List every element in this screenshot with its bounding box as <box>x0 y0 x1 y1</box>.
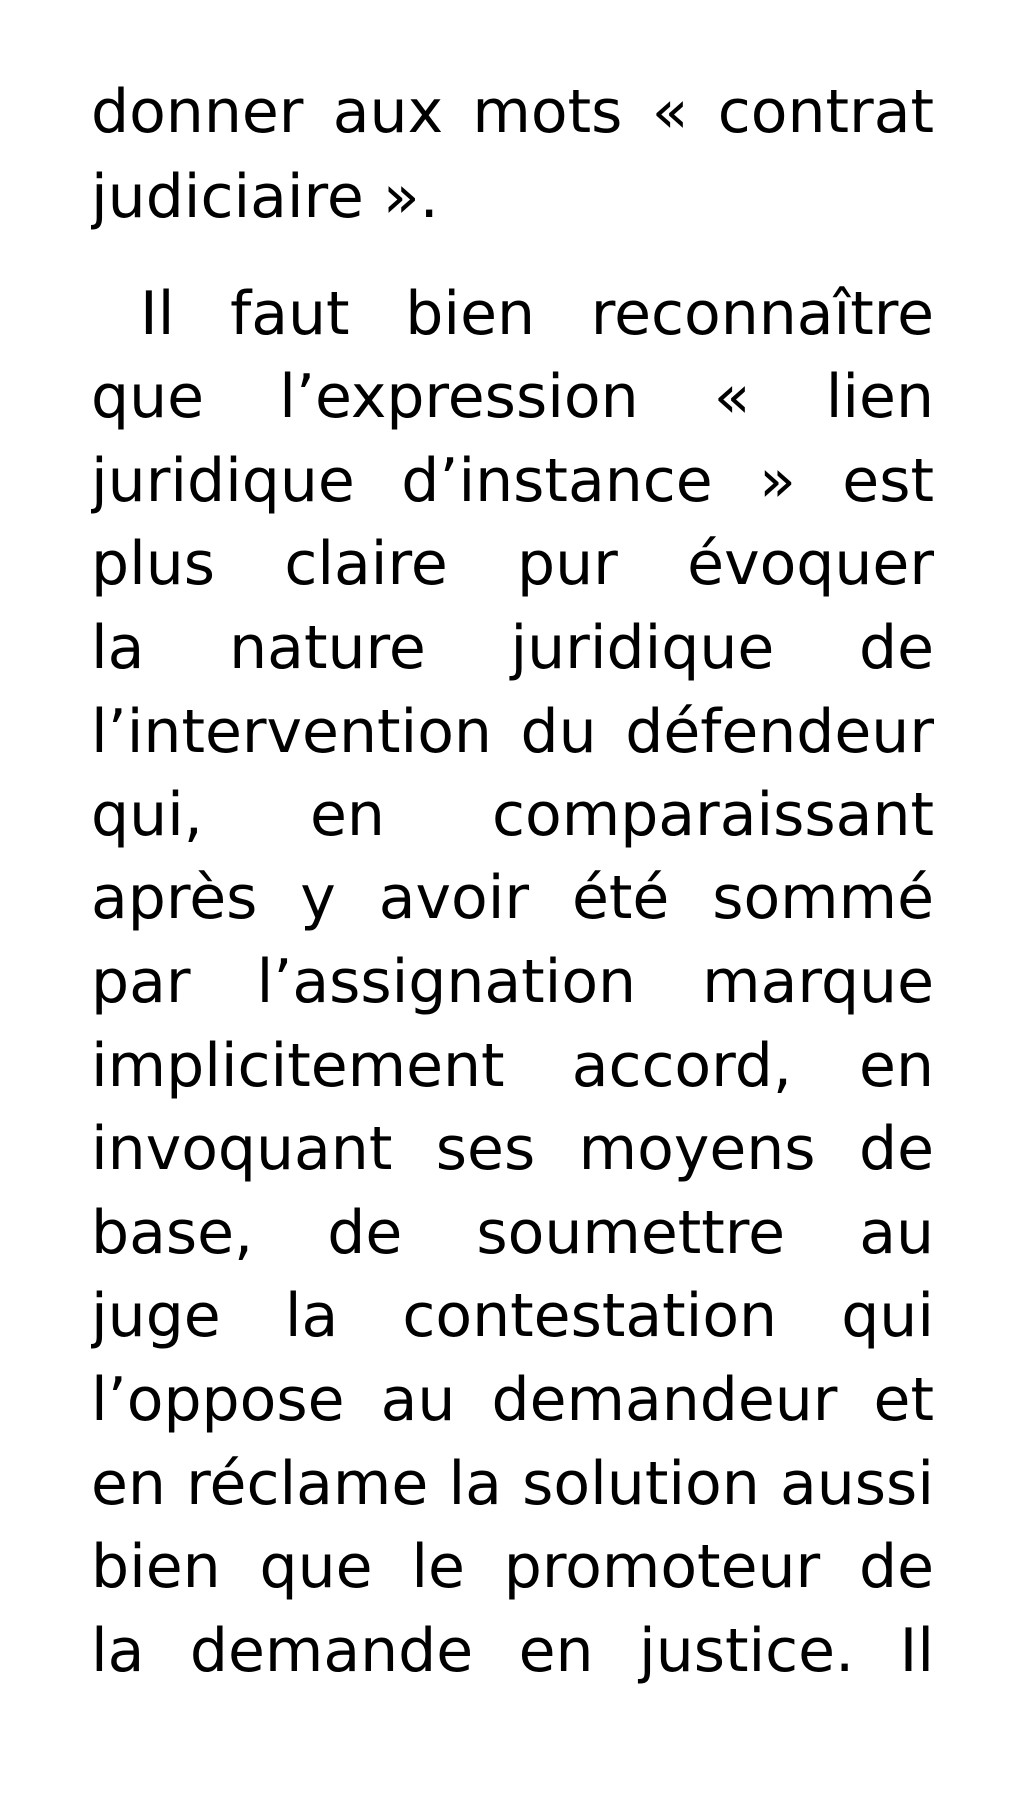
text-line: la demande en justice. Il <box>91 1616 934 1686</box>
text-line: que l’expression « lien <box>91 362 934 432</box>
text-line: Il faut bien reconnaître <box>140 279 934 349</box>
document-page: donner aux mots « contrat judiciaire ». … <box>0 0 1012 1800</box>
text-line: implicitement accord, en <box>91 1031 934 1101</box>
text-line: donner aux mots « contrat <box>91 77 934 147</box>
text-line: plus claire pur évoquer <box>91 529 934 599</box>
text-line: juge la contestation qui <box>91 1281 934 1351</box>
text-line: la nature juridique de <box>91 613 934 683</box>
text-line: en réclame la solution aussi <box>91 1449 934 1519</box>
text-line: l’oppose au demandeur et <box>91 1365 934 1435</box>
text-line: qui, en comparaissant <box>91 780 934 850</box>
text-line: l’intervention du défendeur <box>91 697 934 767</box>
text-line: judiciaire ». <box>91 162 439 232</box>
text-line: juridique d’instance » est <box>91 446 934 516</box>
text-line: base, de soumettre au <box>91 1198 934 1268</box>
text-line: par l’assignation marque <box>91 947 934 1017</box>
text-line: après y avoir été sommé <box>91 863 934 933</box>
text-line: bien que le promoteur de <box>91 1532 934 1602</box>
text-line: invoquant ses moyens de <box>91 1114 934 1184</box>
